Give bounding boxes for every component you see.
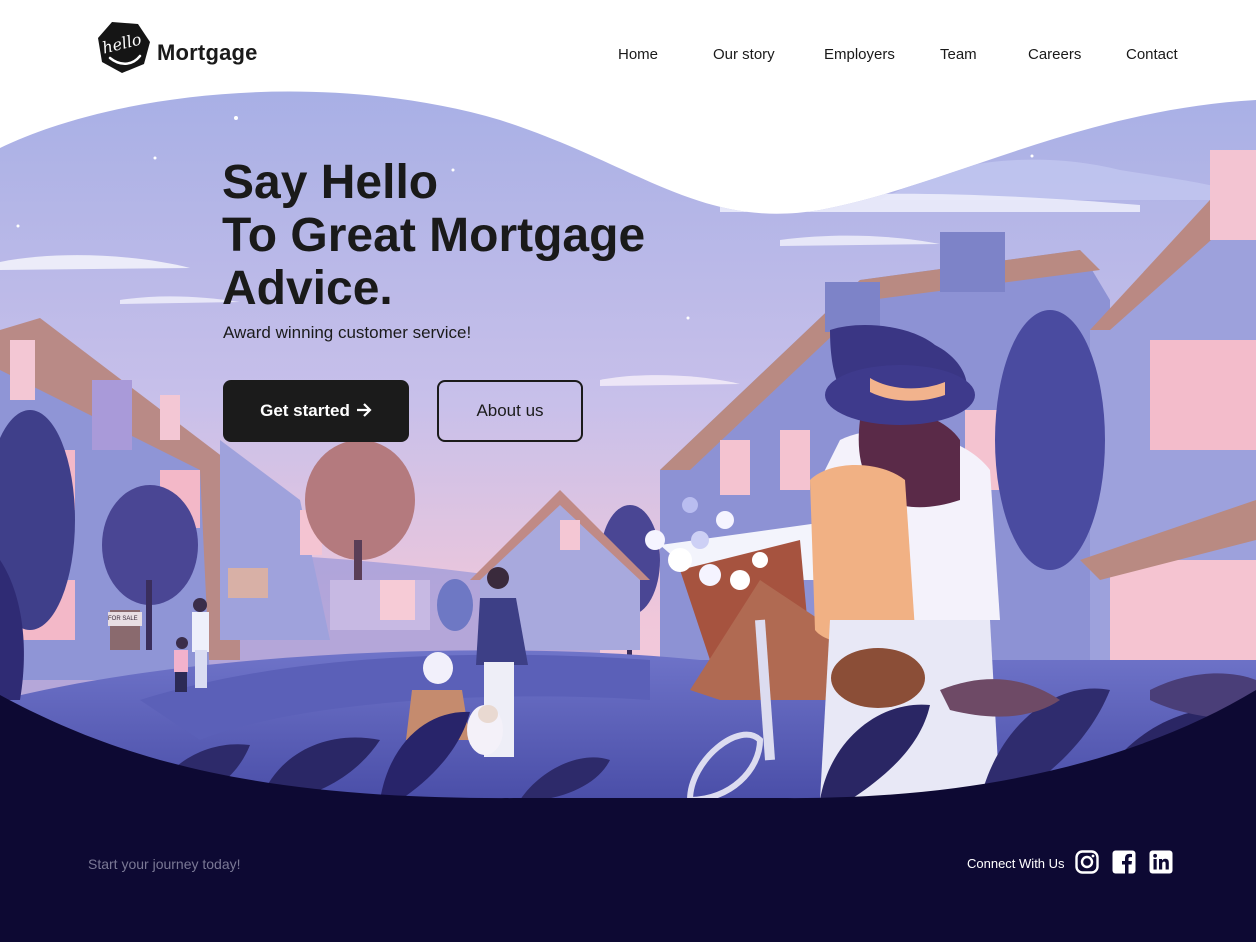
connect-label: Connect With Us — [967, 856, 1065, 871]
hero-illustration — [0, 91, 1256, 942]
facebook-icon[interactable] — [1112, 850, 1136, 874]
footer-tagline: Start your journey today! — [88, 856, 241, 872]
get-started-button[interactable]: Get started — [223, 380, 409, 442]
nav-careers[interactable]: Careers — [1028, 46, 1081, 63]
logo-mark-icon[interactable]: hello — [96, 20, 152, 74]
hero-title-line-3: Advice. — [222, 262, 393, 315]
hero-section — [0, 0, 1256, 942]
arrow-right-icon — [356, 401, 372, 422]
site-header: hello Mortgage Home Our story Employers … — [0, 0, 1256, 100]
nav-team[interactable]: Team — [940, 46, 977, 63]
hero-subtitle: Award winning customer service! — [223, 323, 472, 342]
hero-title-line-2: To Great Mortgage — [222, 209, 646, 262]
hero-title-line-1: Say Hello — [222, 156, 439, 209]
nav-contact[interactable]: Contact — [1126, 46, 1178, 63]
brand-name[interactable]: Mortgage — [157, 40, 258, 66]
about-us-label: About us — [476, 401, 544, 420]
nav-our-story[interactable]: Our story — [713, 46, 775, 63]
get-started-label: Get started — [260, 401, 350, 420]
about-us-button[interactable]: About us — [437, 380, 583, 442]
linkedin-icon[interactable] — [1149, 850, 1173, 874]
instagram-icon[interactable] — [1075, 850, 1099, 874]
for-sale-sign: FOR SALE — [108, 616, 138, 622]
hero-title: Say Hello To Great Mortgage Advice. — [222, 156, 645, 315]
nav-employers[interactable]: Employers — [824, 46, 895, 63]
nav-home[interactable]: Home — [618, 46, 658, 63]
